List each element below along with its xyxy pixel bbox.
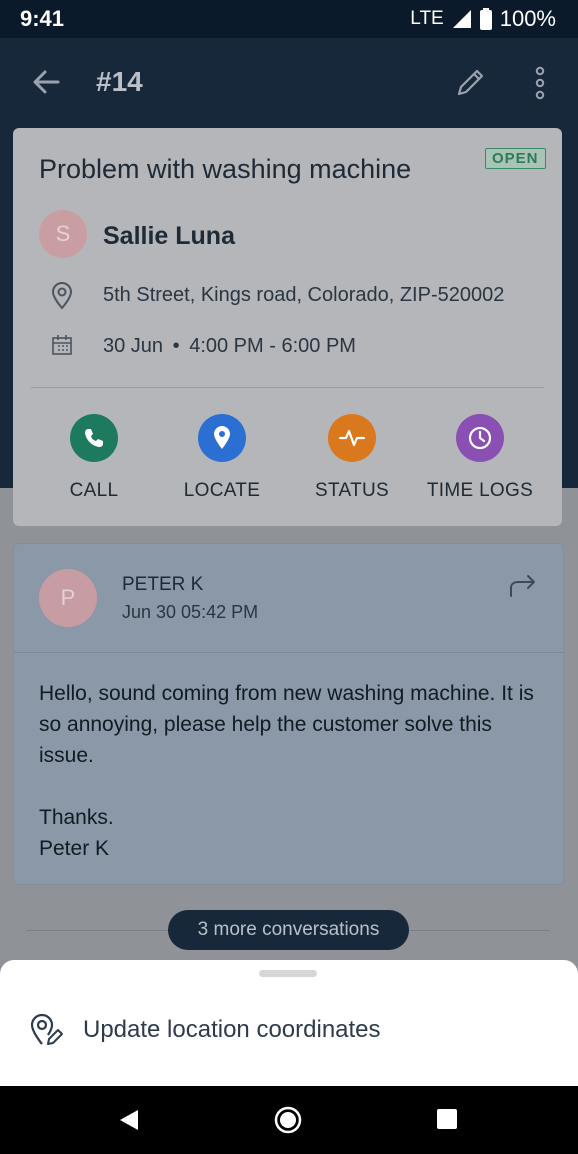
back-arrow-icon[interactable] bbox=[30, 66, 62, 98]
status-action[interactable]: STATUS bbox=[292, 414, 412, 502]
call-label: CALL bbox=[69, 480, 119, 501]
more-conversations-button[interactable]: 3 more conversations bbox=[168, 910, 409, 950]
message-divider bbox=[14, 652, 563, 653]
location-pin-icon bbox=[51, 282, 73, 310]
call-action[interactable]: CALL bbox=[34, 414, 154, 502]
calendar-icon bbox=[52, 335, 72, 355]
customer-avatar: S bbox=[39, 210, 87, 258]
nav-home-icon[interactable] bbox=[274, 1106, 302, 1134]
phone-icon bbox=[70, 414, 118, 462]
message-paragraph: Hello, sound coming from new washing mac… bbox=[39, 682, 534, 767]
job-card: Problem with washing machine OPEN S Sall… bbox=[13, 128, 562, 526]
card-divider bbox=[31, 387, 544, 388]
message-body: Hello, sound coming from new washing mac… bbox=[39, 678, 549, 864]
customer-name: Sallie Luna bbox=[103, 222, 235, 250]
nav-recents-icon[interactable] bbox=[437, 1109, 457, 1129]
sender-avatar: P bbox=[39, 569, 97, 627]
status-label: STATUS bbox=[315, 480, 389, 501]
status-bar: 9:41 LTE 100% bbox=[0, 0, 578, 38]
bottom-sheet: Update location coordinates bbox=[0, 960, 578, 1086]
ticket-number: #14 bbox=[96, 66, 143, 97]
signal-icon bbox=[452, 10, 471, 28]
job-time-range: 4:00 PM - 6:00 PM bbox=[189, 335, 356, 357]
location-edit-icon bbox=[30, 1013, 63, 1045]
job-title: Problem with washing machine bbox=[39, 154, 412, 184]
job-address: 5th Street, Kings road, Colorado, ZIP-52… bbox=[103, 284, 505, 306]
message-signoff: Thanks. bbox=[39, 806, 114, 829]
job-date: 30 Jun bbox=[103, 335, 164, 357]
sender-name: PETER K bbox=[122, 574, 204, 595]
bullet-separator: • bbox=[172, 335, 180, 357]
locate-label: LOCATE bbox=[183, 480, 261, 501]
time-logs-action[interactable]: TIME LOGS bbox=[420, 414, 540, 502]
nav-back-icon[interactable] bbox=[118, 1108, 140, 1132]
clock-icon bbox=[456, 414, 504, 462]
pencil-icon[interactable] bbox=[455, 66, 487, 98]
pulse-icon bbox=[328, 414, 376, 462]
message-timestamp: Jun 30 05:42 PM bbox=[122, 602, 259, 622]
battery-icon bbox=[479, 8, 492, 30]
more-vert-icon[interactable] bbox=[528, 66, 552, 100]
network-type: LTE bbox=[410, 8, 444, 29]
conversation-message: P PETER K Jun 30 05:42 PM Hello, sound c… bbox=[13, 543, 564, 885]
locate-action[interactable]: LOCATE bbox=[162, 414, 282, 502]
time-logs-label: TIME LOGS bbox=[426, 480, 534, 501]
job-datetime: 30 Jun • 4:00 PM - 6:00 PM bbox=[103, 335, 356, 358]
system-nav-bar bbox=[0, 1086, 578, 1154]
message-signature: Peter K bbox=[39, 837, 110, 860]
status-right: LTE 100% bbox=[410, 6, 556, 32]
sheet-drag-handle[interactable] bbox=[259, 970, 317, 977]
forward-icon[interactable] bbox=[508, 570, 538, 600]
status-time: 9:41 bbox=[20, 6, 65, 31]
battery-level: 100% bbox=[499, 6, 556, 31]
locate-pin-icon bbox=[198, 414, 246, 462]
update-location-option[interactable]: Update location coordinates bbox=[83, 1016, 381, 1044]
status-badge: OPEN bbox=[485, 148, 546, 169]
